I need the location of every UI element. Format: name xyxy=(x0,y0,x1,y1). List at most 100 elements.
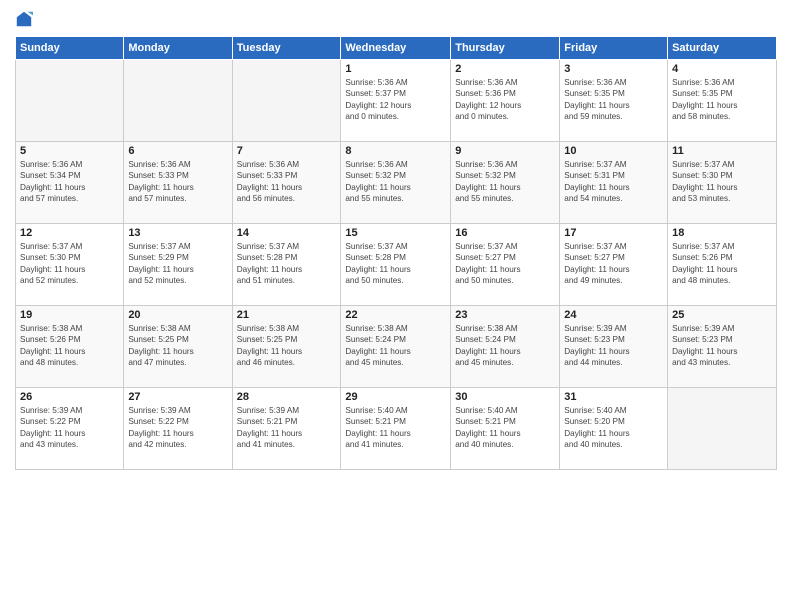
day-info: Sunrise: 5:37 AM Sunset: 5:29 PM Dayligh… xyxy=(128,241,227,287)
calendar-week-3: 12 Sunrise: 5:37 AM Sunset: 5:30 PM Dayli… xyxy=(16,224,777,306)
day-number: 2 xyxy=(455,63,555,75)
calendar-week-5: 26Sunrise: 5:39 AM Sunset: 5:22 PM Dayli… xyxy=(16,388,777,470)
calendar-cell: 1 Sunrise: 5:36 AM Sunset: 5:37 PM Daylig… xyxy=(341,60,451,142)
calendar-cell: 22 Sunrise: 5:38 AM Sunset: 5:24 PM Dayli… xyxy=(341,306,451,388)
day-info: Sunrise: 5:38 AM Sunset: 5:24 PM Dayligh… xyxy=(345,323,446,369)
calendar-cell: 10Sunrise: 5:37 AM Sunset: 5:31 PM Dayli… xyxy=(560,142,668,224)
weekday-header-sunday: Sunday xyxy=(16,37,124,60)
calendar-cell: 28 Sunrise: 5:39 AM Sunset: 5:21 PM Dayli… xyxy=(232,388,341,470)
day-info: Sunrise: 5:40 AM Sunset: 5:20 PM Dayligh… xyxy=(564,405,663,451)
day-info: Sunrise: 5:37 AM Sunset: 5:28 PM Dayligh… xyxy=(345,241,446,287)
day-info: Sunrise: 5:38 AM Sunset: 5:25 PM Dayligh… xyxy=(237,323,337,369)
weekday-header-friday: Friday xyxy=(560,37,668,60)
calendar-cell: 23 Sunrise: 5:38 AM Sunset: 5:24 PM Dayli… xyxy=(451,306,560,388)
day-info: Sunrise: 5:36 AM Sunset: 5:33 PM Dayligh… xyxy=(128,159,227,205)
day-number: 31 xyxy=(564,391,663,403)
day-number: 22 xyxy=(345,309,446,321)
page-header xyxy=(15,10,777,28)
logo xyxy=(15,10,36,28)
day-info: Sunrise: 5:36 AM Sunset: 5:36 PM Dayligh… xyxy=(455,77,555,123)
calendar-cell: 21 Sunrise: 5:38 AM Sunset: 5:25 PM Dayli… xyxy=(232,306,341,388)
day-info: Sunrise: 5:36 AM Sunset: 5:35 PM Dayligh… xyxy=(564,77,663,123)
day-info: Sunrise: 5:37 AM Sunset: 5:30 PM Dayligh… xyxy=(672,159,772,205)
day-number: 12 xyxy=(20,227,119,239)
day-number: 17 xyxy=(564,227,663,239)
day-number: 14 xyxy=(237,227,337,239)
day-info: Sunrise: 5:37 AM Sunset: 5:30 PM Dayligh… xyxy=(20,241,119,287)
weekday-header-monday: Monday xyxy=(124,37,232,60)
calendar-cell: 24Sunrise: 5:39 AM Sunset: 5:23 PM Dayli… xyxy=(560,306,668,388)
day-info: Sunrise: 5:36 AM Sunset: 5:32 PM Dayligh… xyxy=(345,159,446,205)
calendar-cell: 30Sunrise: 5:40 AM Sunset: 5:21 PM Dayli… xyxy=(451,388,560,470)
calendar-page: SundayMondayTuesdayWednesdayThursdayFrid… xyxy=(0,0,792,612)
calendar-cell: 11 Sunrise: 5:37 AM Sunset: 5:30 PM Dayli… xyxy=(668,142,777,224)
day-info: Sunrise: 5:36 AM Sunset: 5:32 PM Dayligh… xyxy=(455,159,555,205)
weekday-header-row: SundayMondayTuesdayWednesdayThursdayFrid… xyxy=(16,37,777,60)
day-number: 27 xyxy=(128,391,227,403)
day-number: 8 xyxy=(345,145,446,157)
day-number: 16 xyxy=(455,227,555,239)
weekday-header-wednesday: Wednesday xyxy=(341,37,451,60)
weekday-header-thursday: Thursday xyxy=(451,37,560,60)
day-number: 20 xyxy=(128,309,227,321)
calendar-week-4: 19Sunrise: 5:38 AM Sunset: 5:26 PM Dayli… xyxy=(16,306,777,388)
day-number: 3 xyxy=(564,63,663,75)
day-number: 21 xyxy=(237,309,337,321)
day-info: Sunrise: 5:37 AM Sunset: 5:28 PM Dayligh… xyxy=(237,241,337,287)
day-info: Sunrise: 5:38 AM Sunset: 5:25 PM Dayligh… xyxy=(128,323,227,369)
day-info: Sunrise: 5:39 AM Sunset: 5:23 PM Dayligh… xyxy=(564,323,663,369)
calendar-cell: 8 Sunrise: 5:36 AM Sunset: 5:32 PM Daylig… xyxy=(341,142,451,224)
day-info: Sunrise: 5:36 AM Sunset: 5:37 PM Dayligh… xyxy=(345,77,446,123)
day-number: 1 xyxy=(345,63,446,75)
day-info: Sunrise: 5:37 AM Sunset: 5:27 PM Dayligh… xyxy=(455,241,555,287)
weekday-header-saturday: Saturday xyxy=(668,37,777,60)
calendar-week-2: 5Sunrise: 5:36 AM Sunset: 5:34 PM Daylig… xyxy=(16,142,777,224)
day-info: Sunrise: 5:36 AM Sunset: 5:33 PM Dayligh… xyxy=(237,159,337,205)
calendar-cell: 31 Sunrise: 5:40 AM Sunset: 5:20 PM Dayli… xyxy=(560,388,668,470)
day-number: 19 xyxy=(20,309,119,321)
day-info: Sunrise: 5:36 AM Sunset: 5:35 PM Dayligh… xyxy=(672,77,772,123)
calendar-cell: 4Sunrise: 5:36 AM Sunset: 5:35 PM Daylig… xyxy=(668,60,777,142)
calendar-cell: 2 Sunrise: 5:36 AM Sunset: 5:36 PM Daylig… xyxy=(451,60,560,142)
day-number: 6 xyxy=(128,145,227,157)
calendar-cell: 5Sunrise: 5:36 AM Sunset: 5:34 PM Daylig… xyxy=(16,142,124,224)
calendar-cell: 16 Sunrise: 5:37 AM Sunset: 5:27 PM Dayli… xyxy=(451,224,560,306)
day-number: 15 xyxy=(345,227,446,239)
calendar-cell: 20 Sunrise: 5:38 AM Sunset: 5:25 PM Dayli… xyxy=(124,306,232,388)
calendar-cell: 15 Sunrise: 5:37 AM Sunset: 5:28 PM Dayli… xyxy=(341,224,451,306)
day-number: 18 xyxy=(672,227,772,239)
day-info: Sunrise: 5:39 AM Sunset: 5:23 PM Dayligh… xyxy=(672,323,772,369)
calendar-cell: 26Sunrise: 5:39 AM Sunset: 5:22 PM Dayli… xyxy=(16,388,124,470)
calendar-cell: 18Sunrise: 5:37 AM Sunset: 5:26 PM Dayli… xyxy=(668,224,777,306)
day-info: Sunrise: 5:37 AM Sunset: 5:27 PM Dayligh… xyxy=(564,241,663,287)
day-number: 28 xyxy=(237,391,337,403)
calendar-cell: 25 Sunrise: 5:39 AM Sunset: 5:23 PM Dayli… xyxy=(668,306,777,388)
day-info: Sunrise: 5:40 AM Sunset: 5:21 PM Dayligh… xyxy=(455,405,555,451)
calendar-cell: 27 Sunrise: 5:39 AM Sunset: 5:22 PM Dayli… xyxy=(124,388,232,470)
day-info: Sunrise: 5:37 AM Sunset: 5:31 PM Dayligh… xyxy=(564,159,663,205)
day-number: 9 xyxy=(455,145,555,157)
calendar-cell: 17 Sunrise: 5:37 AM Sunset: 5:27 PM Dayli… xyxy=(560,224,668,306)
calendar-cell: 29 Sunrise: 5:40 AM Sunset: 5:21 PM Dayli… xyxy=(341,388,451,470)
day-info: Sunrise: 5:40 AM Sunset: 5:21 PM Dayligh… xyxy=(345,405,446,451)
day-number: 11 xyxy=(672,145,772,157)
day-info: Sunrise: 5:39 AM Sunset: 5:21 PM Dayligh… xyxy=(237,405,337,451)
day-info: Sunrise: 5:39 AM Sunset: 5:22 PM Dayligh… xyxy=(128,405,227,451)
calendar-cell: 6 Sunrise: 5:36 AM Sunset: 5:33 PM Daylig… xyxy=(124,142,232,224)
calendar-cell xyxy=(16,60,124,142)
day-info: Sunrise: 5:38 AM Sunset: 5:24 PM Dayligh… xyxy=(455,323,555,369)
calendar-cell: 12 Sunrise: 5:37 AM Sunset: 5:30 PM Dayli… xyxy=(16,224,124,306)
day-number: 7 xyxy=(237,145,337,157)
calendar-cell: 9 Sunrise: 5:36 AM Sunset: 5:32 PM Daylig… xyxy=(451,142,560,224)
day-number: 13 xyxy=(128,227,227,239)
calendar-cell xyxy=(232,60,341,142)
calendar-cell: 13 Sunrise: 5:37 AM Sunset: 5:29 PM Dayli… xyxy=(124,224,232,306)
day-number: 23 xyxy=(455,309,555,321)
day-number: 29 xyxy=(345,391,446,403)
day-number: 25 xyxy=(672,309,772,321)
calendar-cell: 19Sunrise: 5:38 AM Sunset: 5:26 PM Dayli… xyxy=(16,306,124,388)
day-number: 5 xyxy=(20,145,119,157)
calendar-cell xyxy=(668,388,777,470)
calendar-table: SundayMondayTuesdayWednesdayThursdayFrid… xyxy=(15,36,777,470)
calendar-week-1: 1 Sunrise: 5:36 AM Sunset: 5:37 PM Daylig… xyxy=(16,60,777,142)
